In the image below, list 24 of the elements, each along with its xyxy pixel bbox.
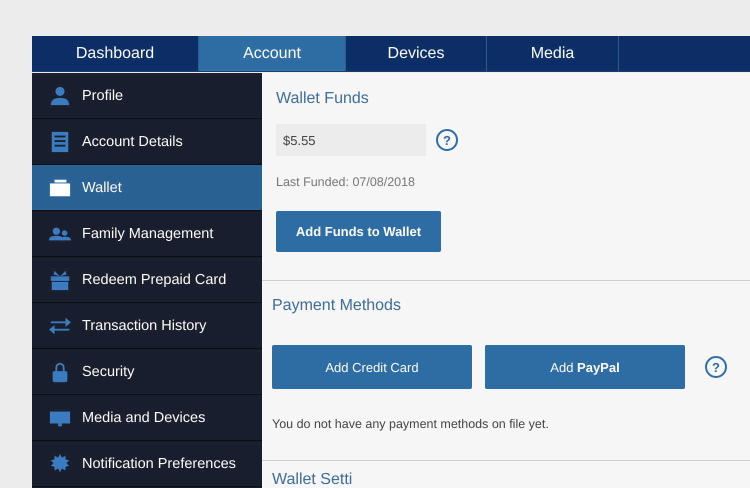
nav-tab[interactable]: Media: [487, 36, 619, 71]
gift-icon: [49, 268, 71, 290]
sidebar-item[interactable]: Media and Devices: [32, 395, 262, 441]
sidebar-item[interactable]: Wallet: [32, 165, 262, 211]
add-funds-button[interactable]: Add Funds to Wallet: [276, 211, 441, 252]
sidebar-item[interactable]: Notification Preferences: [32, 441, 262, 487]
balance-field[interactable]: $5.55: [276, 124, 426, 156]
section-title: Wallet Funds: [276, 90, 370, 108]
person-icon: [49, 84, 71, 106]
document-icon: [49, 130, 71, 152]
section-title: Payment Methods: [272, 297, 402, 315]
nav-tab[interactable]: Account: [199, 36, 346, 71]
no-payment-methods-text: You do not have any payment methods on file yet.: [272, 417, 550, 431]
help-icon[interactable]: ?: [436, 129, 458, 151]
sidebar-item[interactable]: Redeem Prepaid Card: [32, 257, 262, 303]
badge-icon: [49, 452, 71, 474]
add-paypal-button[interactable]: Add PayPal: [485, 345, 685, 389]
sidebar-item[interactable]: Security: [32, 349, 262, 395]
last-funded-text: Last Funded: 07/08/2018: [276, 175, 416, 189]
section-title: Wallet Setti: [272, 471, 354, 488]
add-credit-card-button[interactable]: Add Credit Card: [272, 345, 472, 389]
sidebar-item[interactable]: Profile: [32, 73, 262, 119]
nav-tab[interactable]: Devices: [346, 36, 487, 71]
help-icon[interactable]: ?: [705, 356, 727, 378]
